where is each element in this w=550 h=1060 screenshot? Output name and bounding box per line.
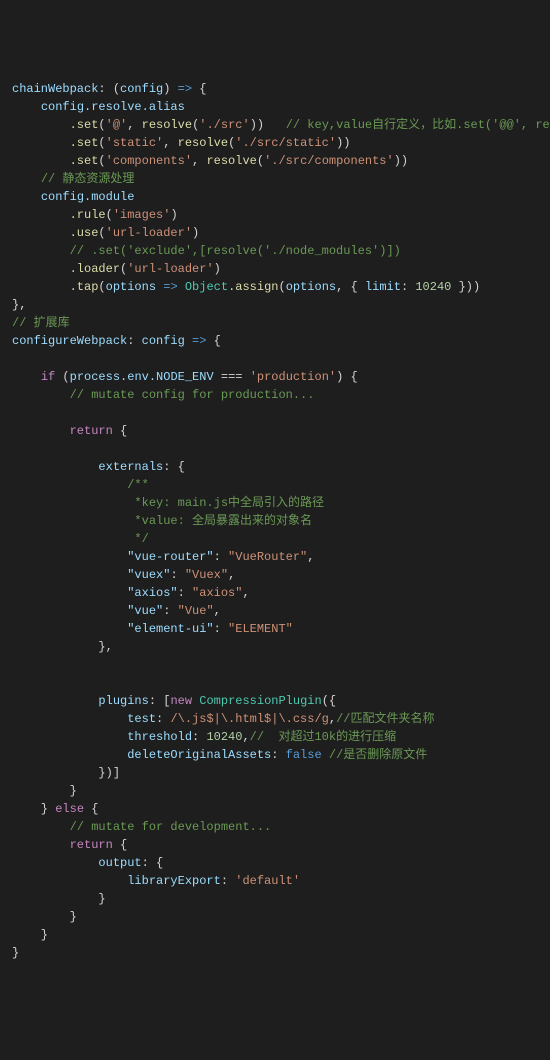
code-editor[interactable]: chainWebpack: (config) => { config.resol… <box>12 80 538 962</box>
